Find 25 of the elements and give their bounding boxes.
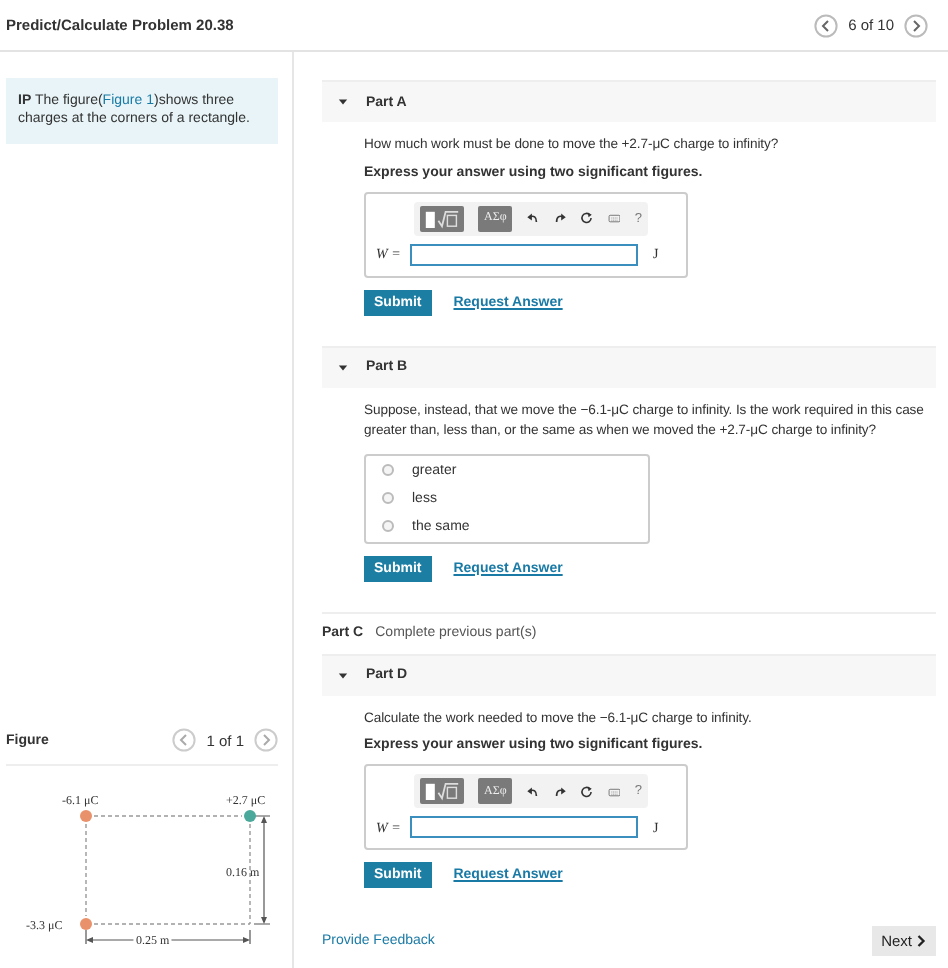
template-button[interactable] <box>420 778 464 805</box>
caret-icon <box>338 363 348 372</box>
previous-icon[interactable] <box>814 13 839 37</box>
redo-icon[interactable] <box>553 783 567 800</box>
next-icon[interactable] <box>904 13 928 37</box>
answer-field[interactable] <box>409 243 637 266</box>
caret-icon <box>338 98 348 106</box>
template-button[interactable] <box>420 205 464 232</box>
reset-icon[interactable] <box>580 783 594 800</box>
undo-icon[interactable] <box>526 210 540 227</box>
redo-icon[interactable] <box>553 210 567 227</box>
caret-icon <box>338 671 348 680</box>
undo-icon[interactable] <box>526 783 540 800</box>
chevron-icon <box>916 934 926 949</box>
radio-button[interactable] <box>382 492 394 505</box>
keyboard-icon[interactable] <box>607 210 621 227</box>
radio-button[interactable] <box>382 464 394 477</box>
keyboard-icon[interactable] <box>607 783 621 800</box>
dimension-arrow <box>253 815 271 925</box>
answer-field[interactable] <box>409 816 637 839</box>
dashed-line <box>85 823 87 917</box>
reset-icon[interactable] <box>580 210 594 227</box>
template-icon <box>424 780 460 803</box>
radio-button[interactable] <box>382 520 394 533</box>
template-icon <box>424 207 460 230</box>
